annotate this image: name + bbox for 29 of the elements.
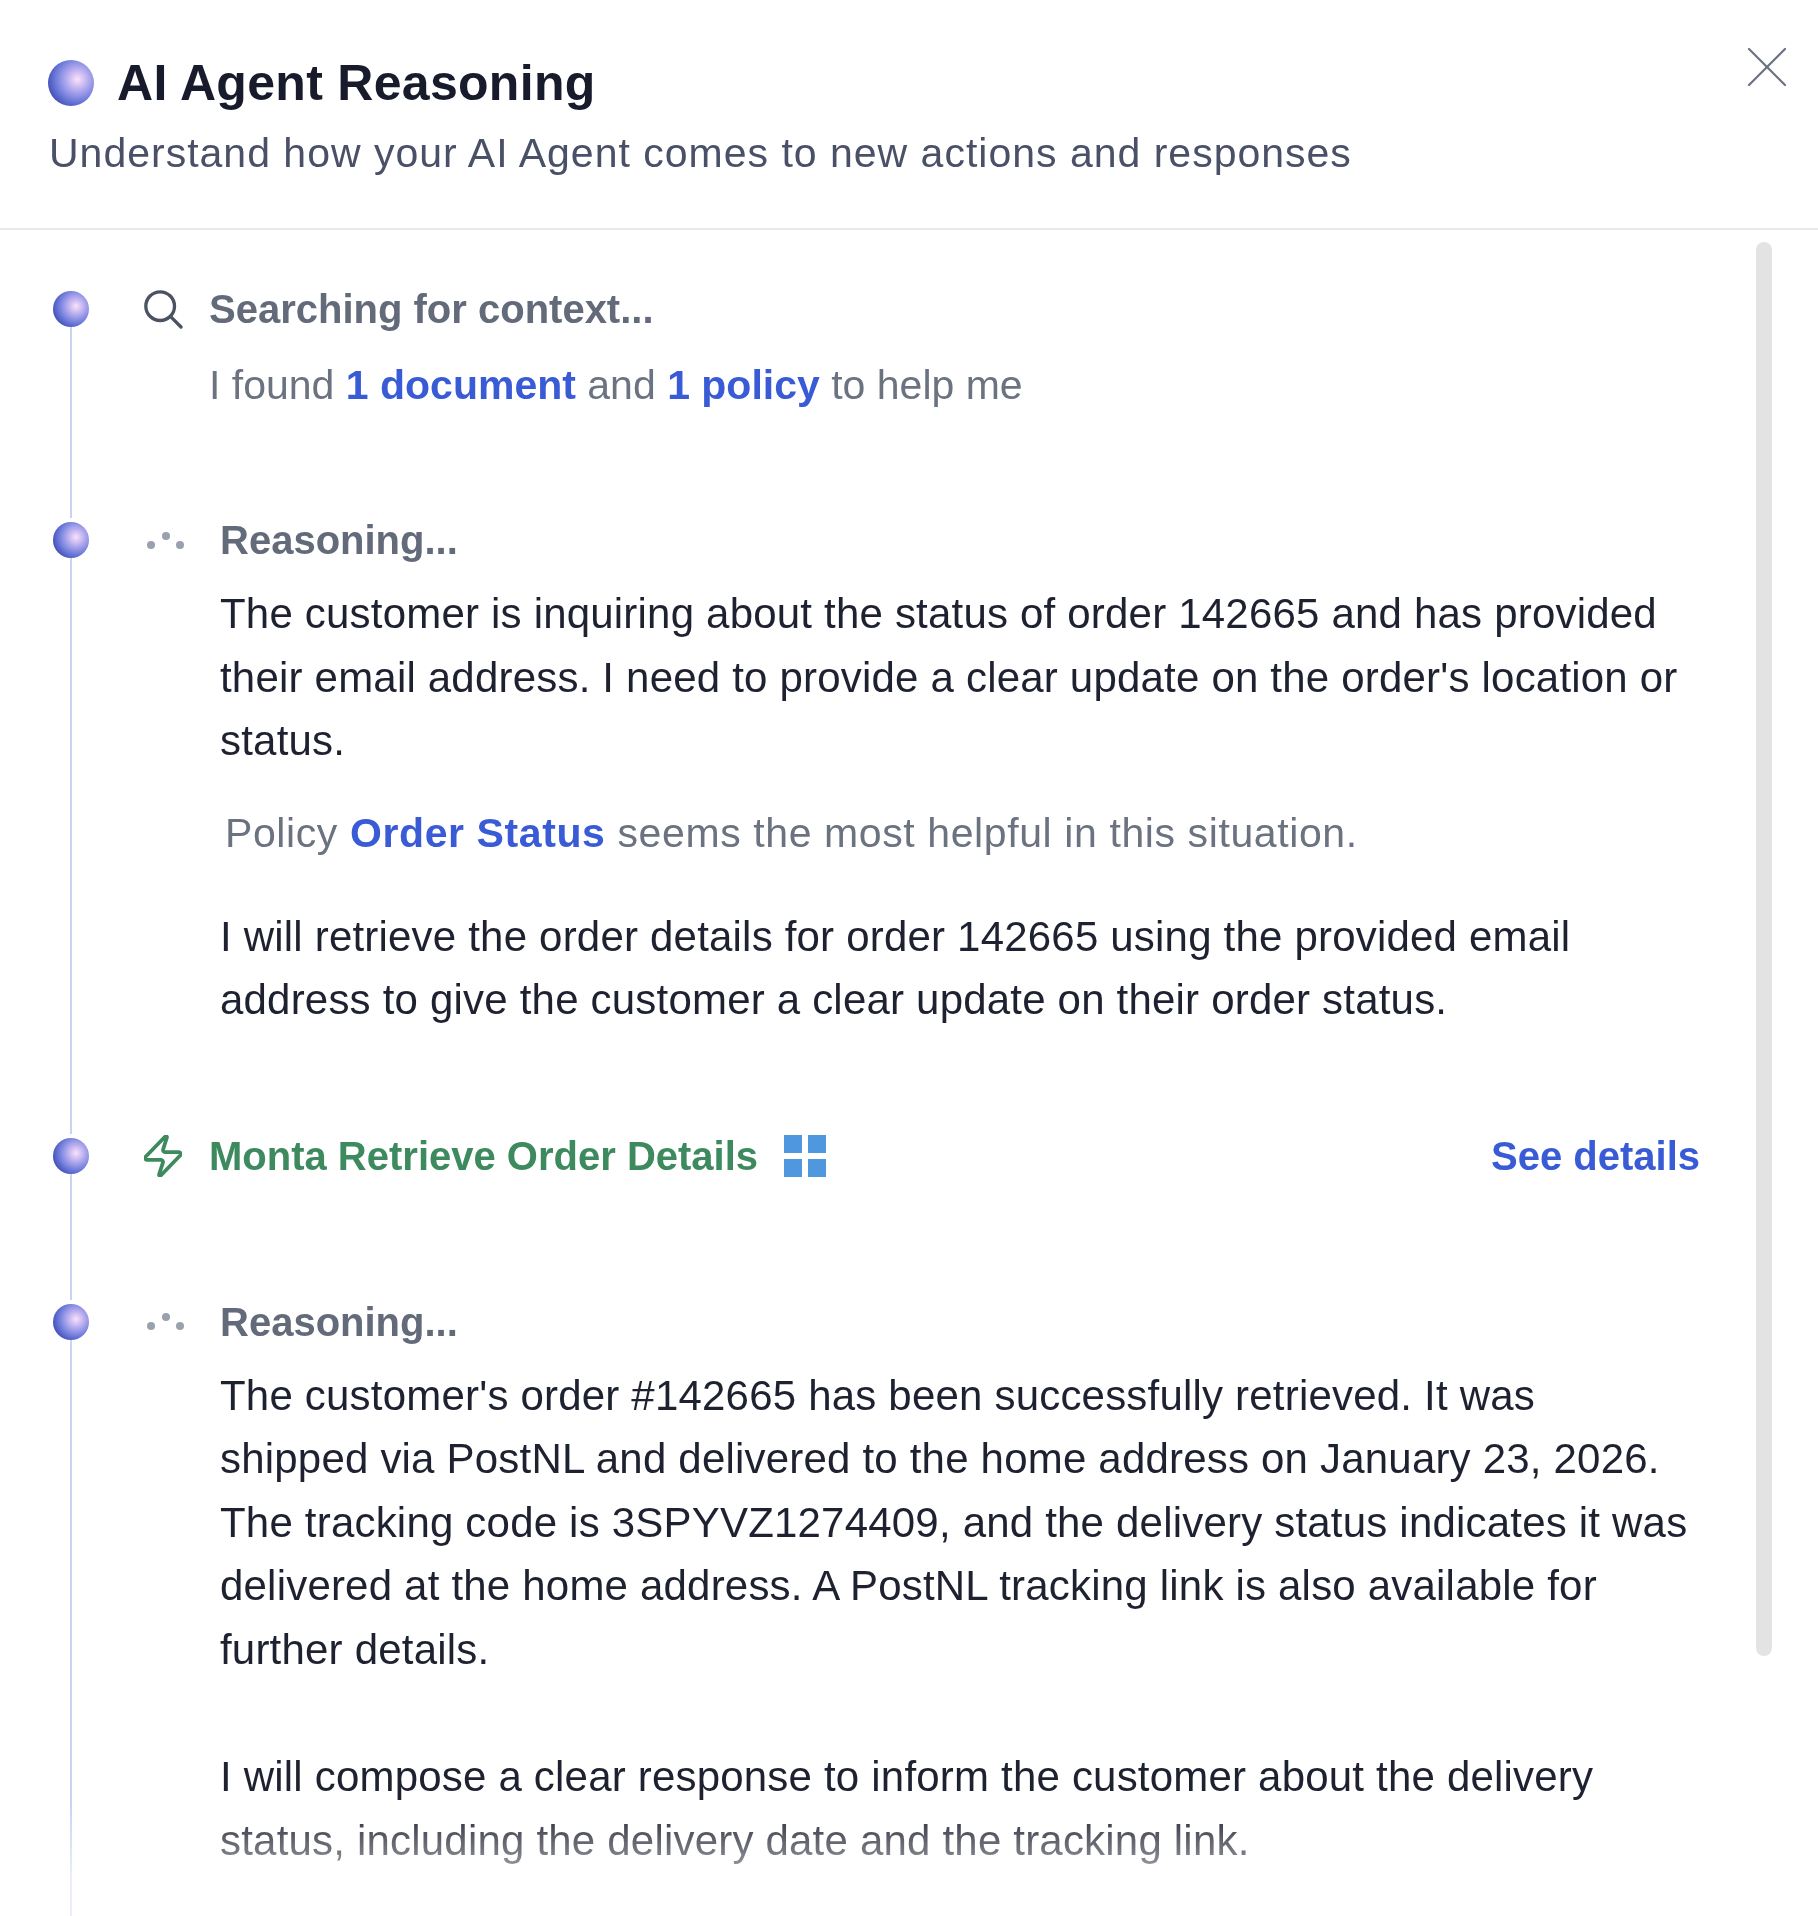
action-title: Monta Retrieve Order Details <box>209 1133 759 1178</box>
close-icon <box>1747 47 1787 87</box>
dots-icon <box>147 531 184 549</box>
policy-link[interactable]: Order Status <box>349 809 606 856</box>
grid-icon <box>784 1134 827 1177</box>
panel-subtitle: Understand how your AI Agent comes to new actions and responses <box>49 129 1353 178</box>
timeline-orb-icon <box>53 522 89 558</box>
close-button[interactable] <box>1747 47 1787 87</box>
lightning-icon <box>144 1134 182 1177</box>
scrollbar[interactable] <box>1756 242 1772 1656</box>
step-title: Searching for context... <box>209 287 654 331</box>
policy-note: Policy Order Status seems the most helpful in this situation. <box>225 810 1359 855</box>
timeline-orb-icon <box>53 1303 89 1340</box>
step-title: Reasoning... <box>220 1299 458 1344</box>
orb-icon <box>48 60 94 106</box>
step-title: Reasoning... <box>220 518 458 562</box>
search-summary: I found 1 document and 1 policy to help me <box>209 363 1024 407</box>
panel-title: AI Agent Reasoning <box>117 56 596 110</box>
source-link[interactable]: 1 document <box>345 362 576 408</box>
see-details-link[interactable]: See details <box>1491 1133 1700 1178</box>
source-link[interactable]: 1 policy <box>667 362 820 408</box>
reasoning-text: I will compose a clear response to inform the customer about the delivery status, including the delivery date and the tracking link. <box>220 1752 1595 1866</box>
timeline-orb-icon <box>53 291 89 327</box>
search-icon <box>143 289 183 329</box>
dots-icon <box>147 1313 184 1330</box>
reasoning-text: The customer is inquiring about the status of order 142665 and has provided their email address. I need to provide a clear update on the order's location or status. <box>220 589 1679 766</box>
reasoning-text: The customer's order #142665 has been successfully retrieved. It was shipped via PostNL and delivered to the home address on January 23, 2026. The tracking code is 3SPYVZ1274409, and the delivery status indicates it was delivered at the home address. A PostNL tracking link is also available for further details. <box>220 1370 1689 1675</box>
timeline-orb-icon <box>53 1137 89 1174</box>
reasoning-text: I will retrieve the order details for order 142665 using the provided email address to give the customer a clear update on their order status. <box>220 911 1572 1025</box>
